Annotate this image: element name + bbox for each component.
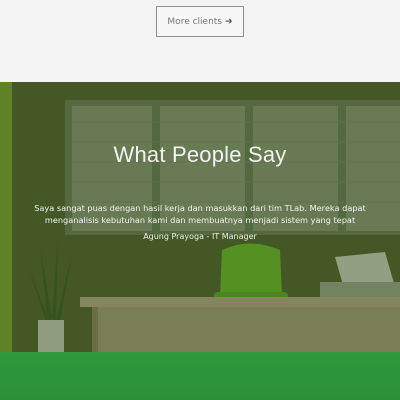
arrow-right-icon: ➔ bbox=[225, 16, 233, 27]
more-clients-button[interactable]: More clients ➔ bbox=[156, 6, 244, 37]
section-heading: What People Say bbox=[113, 142, 287, 167]
testimonial-section: What People Say Saya sangat puas dengan … bbox=[0, 82, 400, 352]
green-footer-band bbox=[0, 352, 400, 400]
more-clients-label: More clients bbox=[167, 16, 223, 27]
testimonial-author: Agung Prayoga - IT Manager bbox=[143, 232, 257, 241]
clients-section: More clients ➔ bbox=[0, 0, 400, 82]
testimonial-quote: Saya sangat puas dengan hasil kerja dan … bbox=[34, 203, 366, 225]
